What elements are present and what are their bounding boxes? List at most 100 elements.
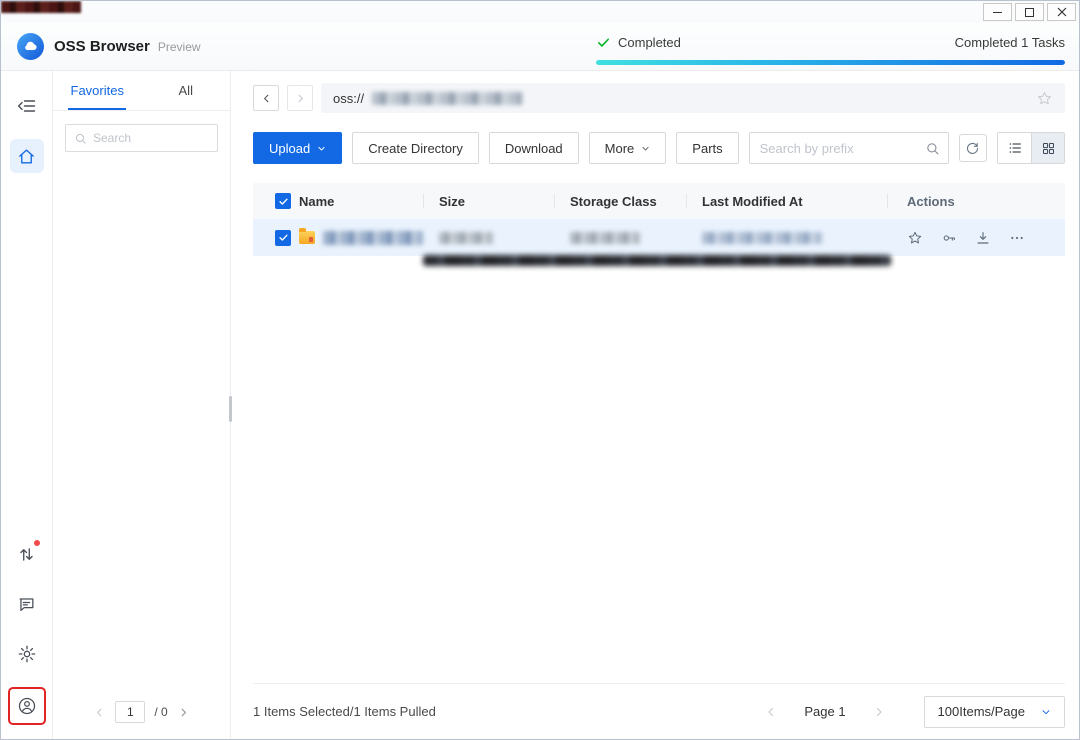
prefix-search-button[interactable] [918,133,948,163]
toolbar: Upload Create Directory Download More Pa… [253,132,1065,164]
grid-view-icon [1041,141,1056,156]
refresh-button[interactable] [959,134,987,162]
notification-dot [34,540,40,546]
check-icon [596,35,611,50]
row-checkbox[interactable] [275,230,291,246]
close-icon [1057,7,1067,17]
chevron-down-icon [641,144,650,153]
footer-pagination: Page 1 100Items/Page [764,696,1065,728]
home-nav-button[interactable] [10,139,44,173]
sidebar-search-input[interactable] [93,131,209,145]
app-window: OSS Browser Preview Completed Completed … [0,0,1080,740]
view-toggle [997,132,1065,164]
feedback-button[interactable] [10,587,44,621]
download-button-label: Download [505,141,563,156]
back-button[interactable] [253,85,279,111]
home-icon [17,147,36,166]
maximize-icon [1025,8,1034,17]
column-header-name[interactable]: Name [295,183,423,219]
search-icon [74,132,87,145]
tasks-completed-label[interactable]: Completed 1 Tasks [955,35,1065,50]
sidebar-search-box [65,124,218,152]
icon-rail [1,71,53,739]
chevron-right-icon [294,92,307,105]
parts-button[interactable]: Parts [676,132,738,164]
next-page-button[interactable] [872,705,886,719]
row-download-button[interactable] [975,230,991,246]
column-header-last-modified[interactable]: Last Modified At [686,183,887,219]
account-button[interactable] [8,687,46,725]
tab-favorites[interactable]: Favorites [53,71,142,110]
list-view-icon [1007,140,1023,156]
redacted-storage-class [570,232,640,244]
download-icon [975,230,991,246]
app-logo-icon [17,33,44,60]
favorite-path-button[interactable] [1036,90,1053,107]
task-progress-fill [596,60,1065,65]
download-button[interactable]: Download [489,132,579,164]
create-directory-label: Create Directory [368,141,463,156]
next-page-button[interactable] [177,706,190,719]
sidebar: Favorites All / 0 [53,71,231,739]
task-status-area: Completed Completed 1 Tasks [596,29,1065,69]
prefix-search-box [749,132,949,164]
titlebar [1,1,1079,23]
grid-view-button[interactable] [1031,133,1064,163]
user-icon [17,696,37,716]
key-icon [941,230,957,246]
column-header-actions: Actions [887,183,1065,219]
redacted-window-title [1,1,81,13]
upload-button[interactable]: Upload [253,132,342,164]
chevron-down-icon [317,144,326,153]
redacted-overlay [423,255,891,266]
task-status-label: Completed [618,35,681,50]
collapse-sidebar-button[interactable] [10,89,44,123]
list-view-button[interactable] [998,133,1031,163]
transfer-icon [17,545,36,564]
more-button-label: More [605,141,635,156]
row-acl-button[interactable] [941,230,957,246]
selection-summary: 1 Items Selected/1 Items Pulled [253,704,436,719]
message-icon [17,595,36,614]
maximize-button[interactable] [1015,3,1044,21]
minimize-button[interactable] [983,3,1012,21]
row-favorite-button[interactable] [907,230,923,246]
gear-icon [17,644,37,664]
redacted-bucket-name [372,92,522,105]
close-button[interactable] [1047,3,1076,21]
page-total-label: / 0 [154,705,167,719]
main-panel: oss:// Upload Create Directory Downlo [231,71,1079,739]
path-protocol: oss:// [333,91,364,106]
chevron-left-icon [764,705,778,719]
column-header-size[interactable]: Size [423,183,554,219]
page-number-input[interactable] [115,701,145,723]
sidebar-tabs: Favorites All [53,71,230,111]
chevron-down-icon [1041,707,1051,717]
file-table: Name Size Storage Class Last Modified At… [253,183,1065,256]
star-icon [907,230,923,246]
row-more-button[interactable] [1009,230,1025,246]
forward-button[interactable] [287,85,313,111]
collapse-icon [17,96,37,116]
redacted-last-modified [702,232,822,244]
more-button[interactable]: More [589,132,667,164]
settings-button[interactable] [10,637,44,671]
page-label: Page 1 [804,704,845,719]
chevron-left-icon [93,706,106,719]
prev-page-button[interactable] [764,705,778,719]
transfer-tasks-button[interactable] [10,537,44,571]
prev-page-button[interactable] [93,706,106,719]
star-icon [1036,90,1053,107]
file-icon [299,231,315,244]
parts-button-label: Parts [692,141,722,156]
prefix-search-input[interactable] [750,141,918,156]
column-header-storage-class[interactable]: Storage Class [554,183,686,219]
tab-all[interactable]: All [142,71,231,110]
address-bar[interactable]: oss:// [321,83,1065,113]
select-all-checkbox[interactable] [275,193,291,209]
chevron-right-icon [872,705,886,719]
page-size-select[interactable]: 100Items/Page [924,696,1065,728]
create-directory-button[interactable]: Create Directory [352,132,479,164]
table-row[interactable] [253,219,1065,256]
redacted-file-name [323,231,423,245]
